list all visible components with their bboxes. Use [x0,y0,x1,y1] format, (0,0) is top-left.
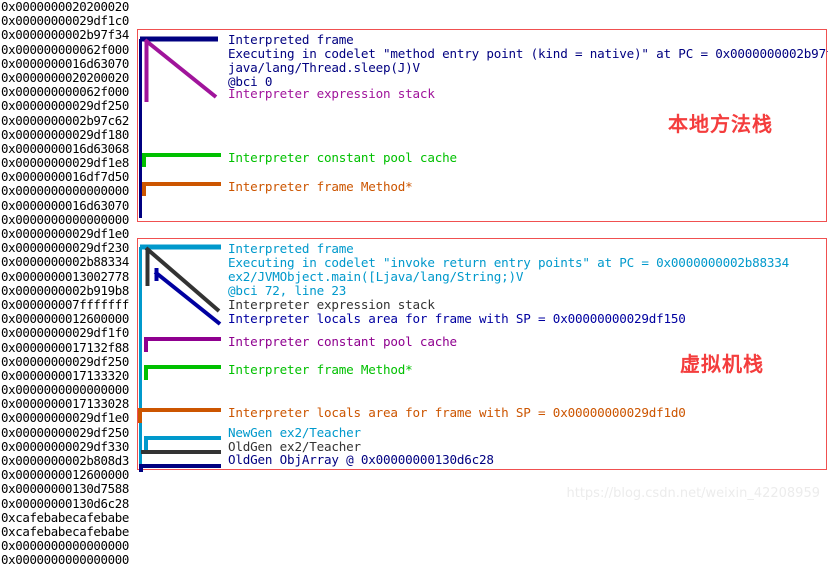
memory-address-row: 0x0000000002b97c62 [1,112,129,128]
memory-address-row: 0x000000000062f000 [1,41,129,57]
memory-address-row: 0x00000000029df1e0 [1,226,129,241]
memory-address-row: 0x0000000017132f88 [1,339,129,355]
annotation-interpreter-constant-pool-cache: Interpreter constant pool cache [228,334,457,349]
memory-address-row: 0x0000000002b88334 [1,254,129,270]
memory-address-row: 0x0000000016d63068 [1,140,129,156]
memory-address-row: 0x0000000017133028 [1,396,129,412]
memory-address-row: 0x000000007fffffff [1,296,129,312]
memory-address-row: 0x0000000000000000 [1,552,129,568]
memory-address-row: 0x00000000029df250 [1,424,129,440]
memory-address-row: 0x0000000020200020 [1,0,129,14]
annotation-interpreter-constant-pool-cache: Interpreter constant pool cache [228,150,457,165]
annotation-interpreter-expression-stack: Interpreter expression stack [228,86,435,101]
memory-address-column: 0x0000000020200020 0x00000000029df1c0 0x00… [0,0,150,568]
memory-address-row: 0x0000000016df7d50 [1,169,129,185]
memory-address-row: 0x00000000029df1c0 [1,13,129,29]
memory-address-row: 0x00000000029df1f0 [1,325,129,341]
memory-address-row: 0x00000000029df250 [1,98,129,114]
memory-address-row: 0x0000000000000000 [1,382,129,398]
annotation-interpreter-frame-method: Interpreter frame Method* [228,179,413,194]
memory-address-row: 0x0000000016d63070 [1,197,129,213]
memory-address-row: 0x0000000000000000 [1,183,129,199]
memory-address-row: 0x0000000012600000 [1,311,129,327]
annotation-oldgen-objarray: OldGen ObjArray @ 0x00000000130d6c28 [228,452,494,467]
memory-address-row: 0x00000000029df250 [1,353,129,369]
memory-address-row: 0x0000000000000000 [1,211,129,227]
memory-address-row: 0x00000000029df1e0 [1,410,129,426]
memory-address-row: 0x0000000000000000 [1,538,129,554]
memory-address-row: 0x0000000017133320 [1,367,129,383]
memory-address-row: 0x00000000029df330 [1,438,129,454]
memory-address-row: 0x00000000029df180 [1,126,129,142]
annotation-interpreter-locals-area-1: Interpreter locals area for frame with S… [228,311,686,326]
native-method-stack-label: 本地方法栈 [668,112,773,136]
memory-address-row: 0x0000000016d63070 [1,55,129,71]
memory-address-row: 0x00000000029df230 [1,240,129,256]
memory-address-row: 0x0000000012600000 [1,467,129,483]
annotation-interpreter-frame-method: Interpreter frame Method* [228,362,413,377]
annotation-interpreter-locals-area-2: Interpreter locals area for frame with S… [228,405,686,420]
memory-address-row: 0x00000000130d7588 [1,481,129,497]
memory-address-row: 0x0000000002b97f34 [1,27,129,43]
memory-address-row: 0x0000000013002778 [1,268,129,284]
memory-address-row: 0x0000000020200020 [1,69,129,85]
memory-address-row: 0x0000000002b808d3 [1,453,129,468]
memory-address-row: 0xcafebabecafebabe [1,509,129,525]
memory-address-row: 0x00000000130d6c28 [1,495,129,511]
memory-address-row: 0xcafebabecafebabe [1,523,129,539]
memory-address-row: 0x0000000002b919b8 [1,282,129,298]
vm-stack-label: 虚拟机栈 [680,352,764,376]
csdn-watermark: https://blog.csdn.net/weixin_42208959 [566,486,820,501]
memory-address-row: 0x00000000029df1e8 [1,155,129,171]
memory-address-row: 0x000000000062f000 [1,84,129,100]
